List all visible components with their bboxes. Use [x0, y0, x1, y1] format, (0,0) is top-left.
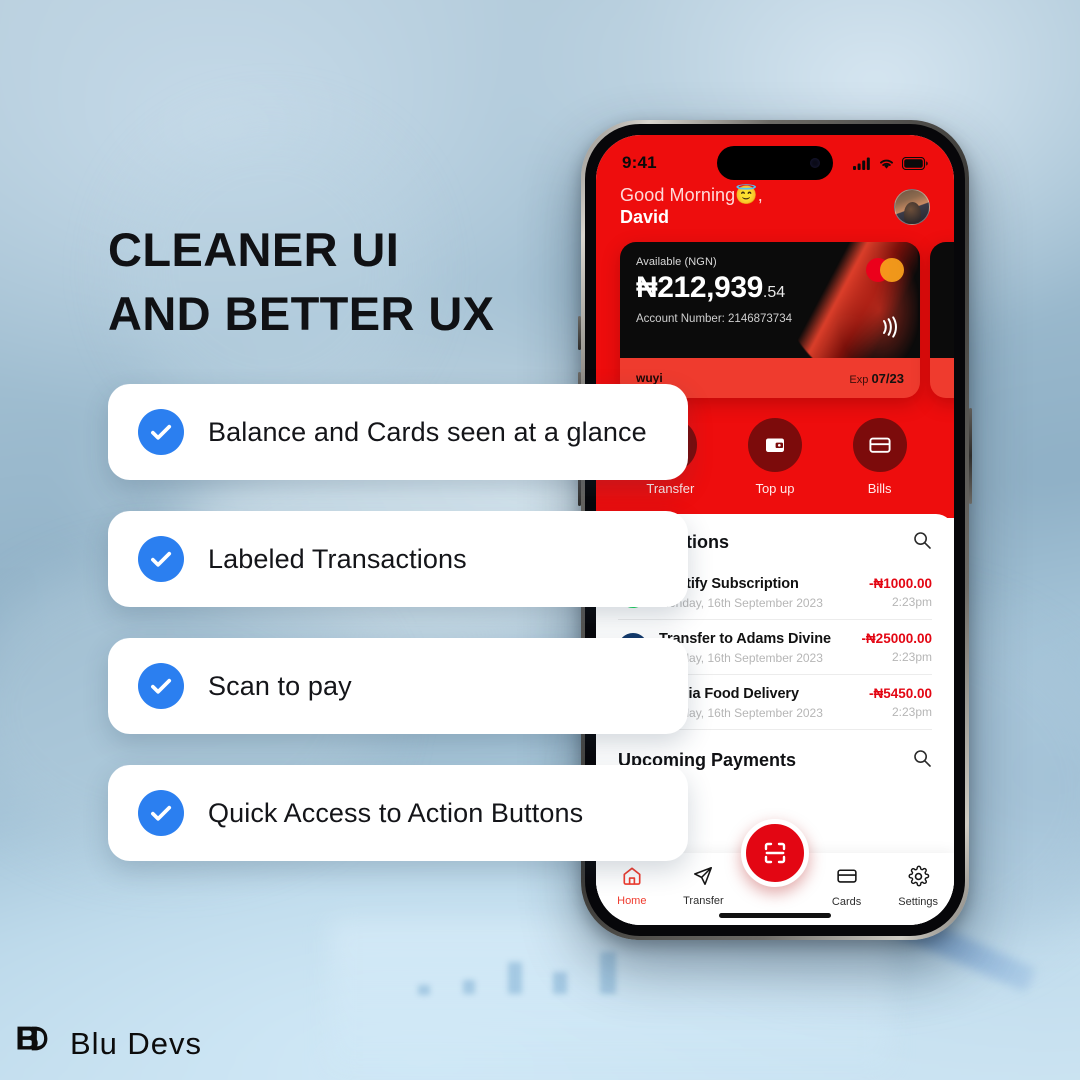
action-label: Bills	[867, 481, 892, 496]
transaction-time: 2:23pm	[891, 650, 932, 664]
home-indicator	[719, 913, 831, 918]
feature-item-balance-cards: Balance and Cards seen at a glance	[108, 384, 688, 480]
bank-card-secondary-bottom	[930, 358, 954, 398]
bank-card-secondary-top	[930, 242, 954, 358]
background-bar-1	[418, 985, 430, 995]
mastercard-icon	[866, 258, 904, 282]
background-bar-5	[600, 952, 616, 994]
wallet-icon	[747, 418, 802, 472]
transaction-info: Spotify Subscription Monday, 16th Septem…	[659, 576, 861, 610]
credit-card-icon	[852, 418, 907, 472]
balance-amount-cents: .54	[762, 284, 786, 301]
action-label: Top up	[755, 481, 795, 496]
cardholder-name: wuyi	[636, 371, 663, 385]
transaction-meta: -₦1000.00 2:23pm	[861, 576, 932, 609]
status-bar-time: 9:41	[622, 153, 657, 172]
background-bar-3	[508, 962, 522, 994]
nav-item-settings[interactable]: Settings	[882, 865, 954, 908]
card-expiry-value: 07/23	[871, 370, 904, 386]
transaction-info: Jumia Food Delivery Monday, 16th Septemb…	[659, 686, 861, 720]
status-bar-indicators	[853, 156, 928, 170]
nav-label: Cards	[831, 896, 862, 908]
transaction-time: 2:23pm	[891, 595, 932, 609]
card-carousel[interactable]: Available (NGN) ₦212,939.54 Account Numb…	[596, 242, 954, 398]
user-name: David	[620, 207, 670, 227]
battery-icon	[902, 156, 928, 170]
greeting-message: Good Morning😇,	[620, 185, 763, 205]
check-circle-icon	[138, 409, 184, 455]
feature-list: Balance and Cards seen at a glance Label…	[108, 384, 688, 892]
feature-label: Scan to pay	[208, 670, 352, 701]
feature-label: Balance and Cards seen at a glance	[208, 416, 647, 447]
scan-qr-icon	[764, 842, 786, 864]
credit-card-icon	[836, 869, 857, 883]
transaction-amount: -₦5450.00	[868, 686, 932, 701]
phone-mute-switch[interactable]	[578, 316, 581, 350]
transaction-meta: -₦25000.00 2:23pm	[853, 631, 932, 664]
transaction-date: Monday, 16th September 2023	[659, 651, 823, 665]
gear-icon	[908, 865, 929, 886]
avatar[interactable]	[894, 188, 930, 225]
card-expiry: Exp 07/23	[849, 371, 904, 386]
cellular-signal-icon	[853, 157, 870, 170]
nav-label: Home	[617, 895, 647, 907]
greeting-header: Good Morning😇, David	[596, 181, 954, 242]
transaction-amount: -₦1000.00	[868, 576, 932, 591]
transaction-date: Monday, 16th September 2023	[659, 706, 823, 720]
transaction-info: Transfer to Adams Divine Monday, 16th Se…	[659, 631, 853, 665]
action-button-bills[interactable]: Bills	[837, 418, 923, 496]
transaction-amount: -₦25000.00	[861, 631, 932, 646]
check-circle-icon	[138, 790, 184, 836]
background-bar-2	[463, 980, 475, 994]
card-expiry-label: Exp	[849, 373, 869, 386]
wifi-icon	[880, 159, 893, 169]
background-bar-4	[553, 972, 567, 994]
nav-item-cards[interactable]: Cards	[811, 864, 883, 908]
balance-amount-main: ₦212,939	[636, 271, 763, 304]
headline-line-2: AND BETTER UX	[108, 286, 495, 340]
phone-power-button[interactable]	[969, 408, 972, 504]
scan-qr-button[interactable]	[741, 819, 809, 887]
check-circle-icon	[138, 663, 184, 709]
transaction-name: Spotify Subscription	[659, 576, 799, 592]
search-icon[interactable]	[912, 748, 932, 773]
nfc-contactless-icon	[875, 314, 901, 346]
transaction-time: 2:23pm	[891, 705, 932, 719]
nav-label: Transfer	[683, 895, 724, 907]
feature-item-quick-access: Quick Access to Action Buttons	[108, 765, 688, 861]
bd-monogram-icon	[17, 1026, 48, 1051]
feature-label: Quick Access to Action Buttons	[208, 797, 584, 828]
action-button-topup[interactable]: Top up	[732, 418, 818, 496]
bank-card-top: Available (NGN) ₦212,939.54 Account Numb…	[620, 242, 920, 358]
send-plane-icon	[694, 866, 713, 886]
available-balance-label: Available (NGN)	[636, 256, 717, 268]
transaction-date: Monday, 16th September 2023	[659, 596, 823, 610]
account-number: Account Number: 2146873734	[636, 313, 792, 325]
transaction-name: Jumia Food Delivery	[659, 686, 799, 702]
search-icon[interactable]	[912, 530, 932, 555]
check-circle-icon	[138, 536, 184, 582]
page-title: CLEANER UI AND BETTER UX	[108, 218, 494, 346]
nav-label: Settings	[898, 895, 939, 908]
feature-label: Labeled Transactions	[208, 543, 467, 574]
headline-line-1: CLEANER UI	[108, 223, 400, 276]
bank-card-secondary[interactable]	[930, 242, 954, 398]
transaction-name: Transfer to Adams Divine	[659, 631, 831, 647]
dynamic-island	[717, 146, 833, 180]
brand-logo: Blu Devs	[12, 1022, 202, 1066]
greeting-text-group: Good Morning😇, David	[620, 185, 763, 228]
feature-item-scan-to-pay: Scan to pay	[108, 638, 688, 734]
brand-name: Blu Devs	[70, 1026, 203, 1061]
background-paper-hint	[330, 920, 890, 1070]
bank-card-primary[interactable]: Available (NGN) ₦212,939.54 Account Numb…	[620, 242, 920, 398]
feature-item-labeled-transactions: Labeled Transactions	[108, 511, 688, 607]
balance-amount: ₦212,939.54	[636, 271, 904, 305]
transaction-meta: -₦5450.00 2:23pm	[861, 686, 932, 719]
